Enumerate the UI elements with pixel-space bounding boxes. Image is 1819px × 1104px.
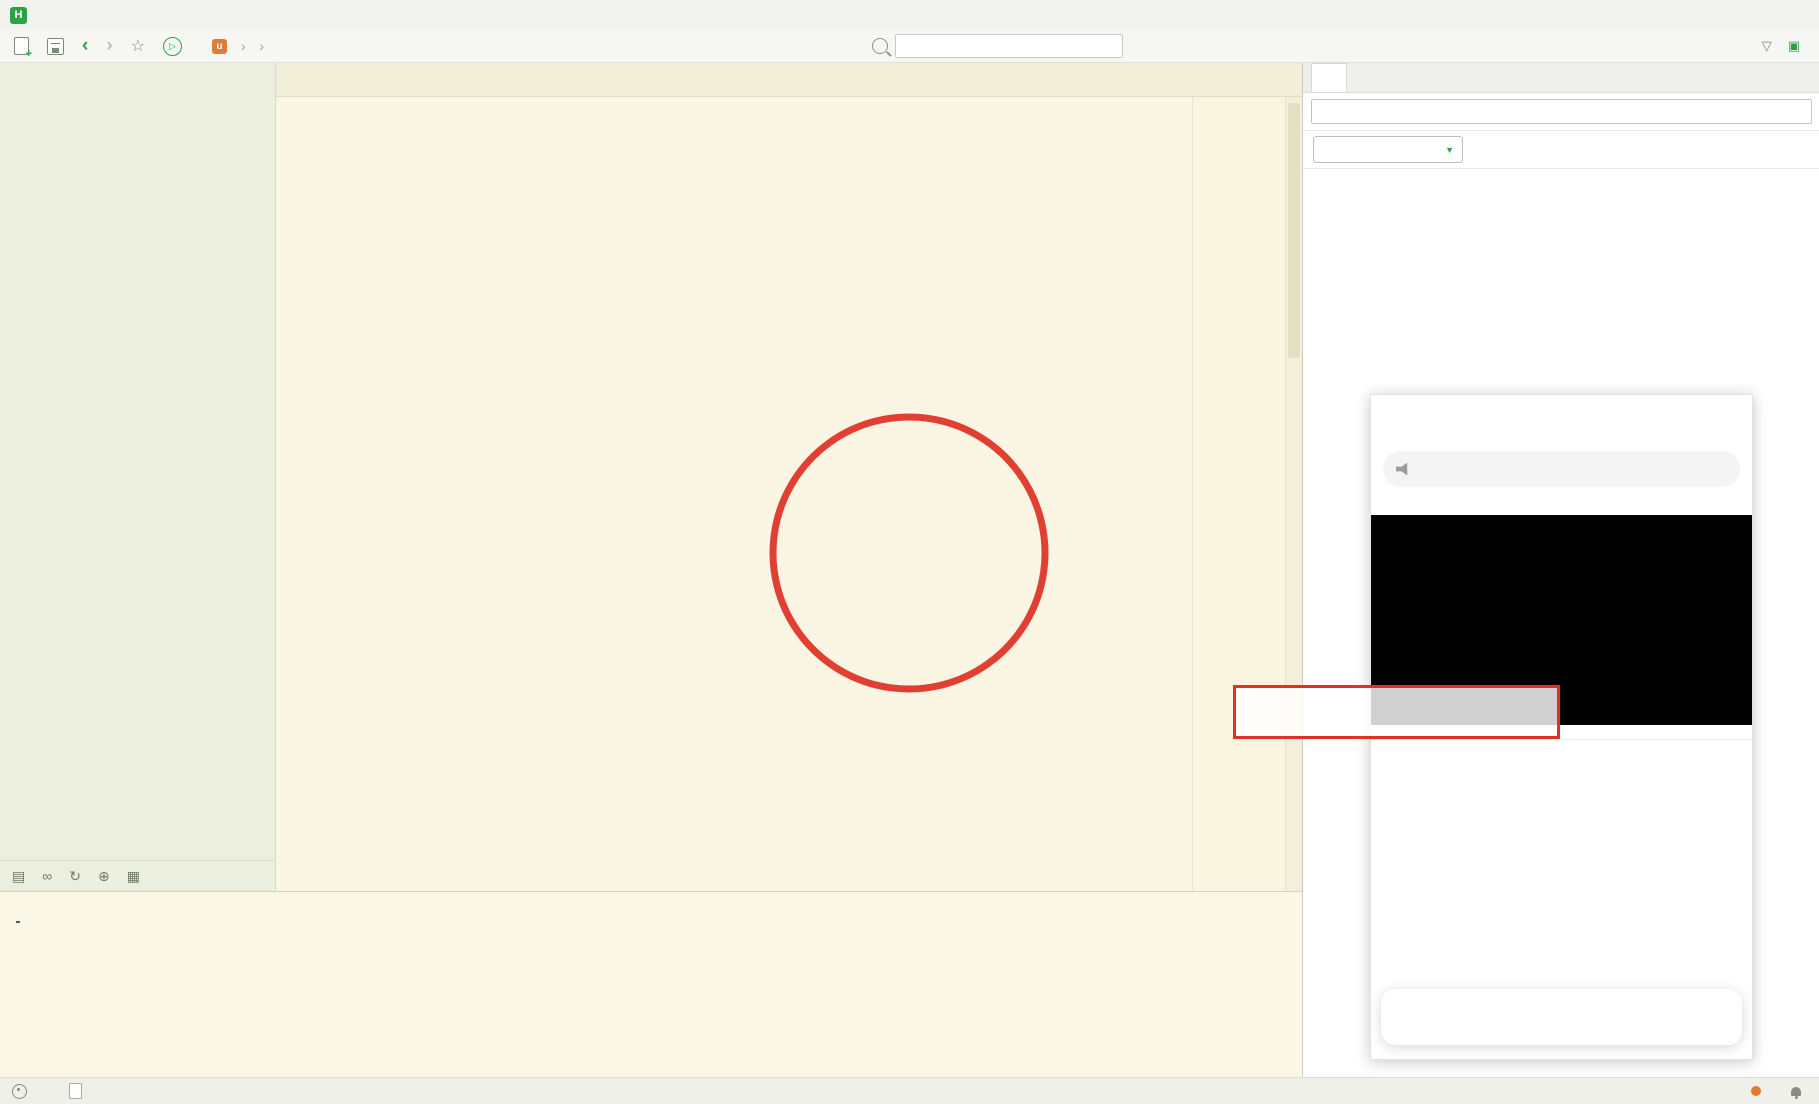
app-header xyxy=(1371,395,1752,449)
editor xyxy=(275,62,1302,891)
code-lines[interactable] xyxy=(341,97,1192,891)
browser-tab[interactable] xyxy=(1311,63,1347,92)
new-file-icon xyxy=(14,37,32,60)
chevron-down-icon: ▼ xyxy=(1445,144,1454,155)
preview-icon: ▣ xyxy=(1787,38,1800,53)
run-button[interactable]: ▷ xyxy=(163,36,182,56)
device-select[interactable]: ▼ xyxy=(1313,136,1463,163)
statusbar-left xyxy=(0,1083,88,1099)
new-file-button[interactable] xyxy=(14,37,32,60)
nav-forward-button[interactable]: › xyxy=(106,35,112,57)
save-button[interactable] xyxy=(47,37,64,55)
search-input[interactable] xyxy=(895,34,1123,58)
app-tabbar xyxy=(1381,989,1742,1045)
login-status[interactable] xyxy=(12,1083,33,1099)
video-player[interactable] xyxy=(1371,515,1752,725)
breadcrumb: u › › xyxy=(212,38,271,54)
close-button[interactable] xyxy=(1779,0,1819,30)
chevron-right-icon: › xyxy=(241,38,246,54)
add-icon[interactable]: ⊕ xyxy=(98,868,110,885)
minimap[interactable] xyxy=(1192,97,1285,891)
web-browser-panel: ▼ xyxy=(1302,62,1819,1077)
url-input[interactable] xyxy=(1311,99,1812,124)
console-output xyxy=(0,922,1302,1078)
phone-preview xyxy=(1370,394,1753,1060)
toolbar: ‹ › ☆ ▷ u › › ▽ ▣ xyxy=(0,30,1819,63)
project-icon: u xyxy=(212,38,227,54)
url-bar xyxy=(1303,93,1819,131)
speaker-icon xyxy=(1396,462,1408,476)
menubar: H xyxy=(0,0,1819,31)
editor-scrollbar[interactable] xyxy=(1285,97,1302,891)
code-area[interactable] xyxy=(275,97,1302,891)
grid-icon[interactable]: ▦ xyxy=(127,868,140,885)
maximize-button[interactable] xyxy=(1739,0,1779,30)
refresh-icon[interactable]: ↻ xyxy=(69,868,81,885)
line-number-gutter xyxy=(275,97,323,891)
console-panel xyxy=(0,891,1302,1078)
search-icon xyxy=(872,38,888,54)
editor-tabs xyxy=(275,62,1302,97)
statusbar xyxy=(0,1077,1819,1104)
divider xyxy=(1371,739,1752,740)
nav-back-button[interactable]: ‹ xyxy=(82,35,88,57)
scrollbar-thumb[interactable] xyxy=(1288,103,1300,358)
notice-bar[interactable] xyxy=(1383,451,1740,487)
sidebar: ▤ ∞ ↻ ⊕ ▦ xyxy=(0,62,276,891)
fold-gutter xyxy=(323,97,341,891)
run-icon: ▷ xyxy=(163,36,182,56)
user-icon xyxy=(12,1083,27,1099)
minimize-button[interactable] xyxy=(1699,0,1739,30)
browser-controls: ▼ xyxy=(1303,131,1819,169)
filter-icon[interactable]: ▽ xyxy=(1762,38,1772,54)
project-manager-icon[interactable]: ▤ xyxy=(12,868,25,885)
chevron-right-icon: › xyxy=(259,38,265,54)
hbuilderx-logo-icon: H xyxy=(10,6,27,24)
preview-stage xyxy=(1303,169,1819,1077)
file-tree xyxy=(0,62,275,860)
statusbar-right xyxy=(1631,1086,1819,1099)
window-controls xyxy=(1699,0,1819,30)
notification-dot-icon[interactable] xyxy=(1751,1086,1761,1096)
console-header xyxy=(0,891,1302,923)
sidebar-footer: ▤ ∞ ↻ ⊕ ▦ xyxy=(0,860,275,891)
toolbar-right: ▽ ▣ xyxy=(1762,38,1805,54)
bookmark-button[interactable]: ☆ xyxy=(131,36,145,56)
save-icon xyxy=(47,37,64,55)
browser-tabs xyxy=(1303,62,1819,93)
open-last-preview[interactable] xyxy=(69,1083,88,1099)
preview-button[interactable]: ▣ xyxy=(1788,38,1805,54)
watch-icon[interactable]: ∞ xyxy=(42,868,52,884)
file-search xyxy=(872,34,1123,58)
file-icon xyxy=(69,1083,82,1099)
console-tab[interactable] xyxy=(16,891,20,923)
bell-icon[interactable] xyxy=(1791,1086,1801,1099)
